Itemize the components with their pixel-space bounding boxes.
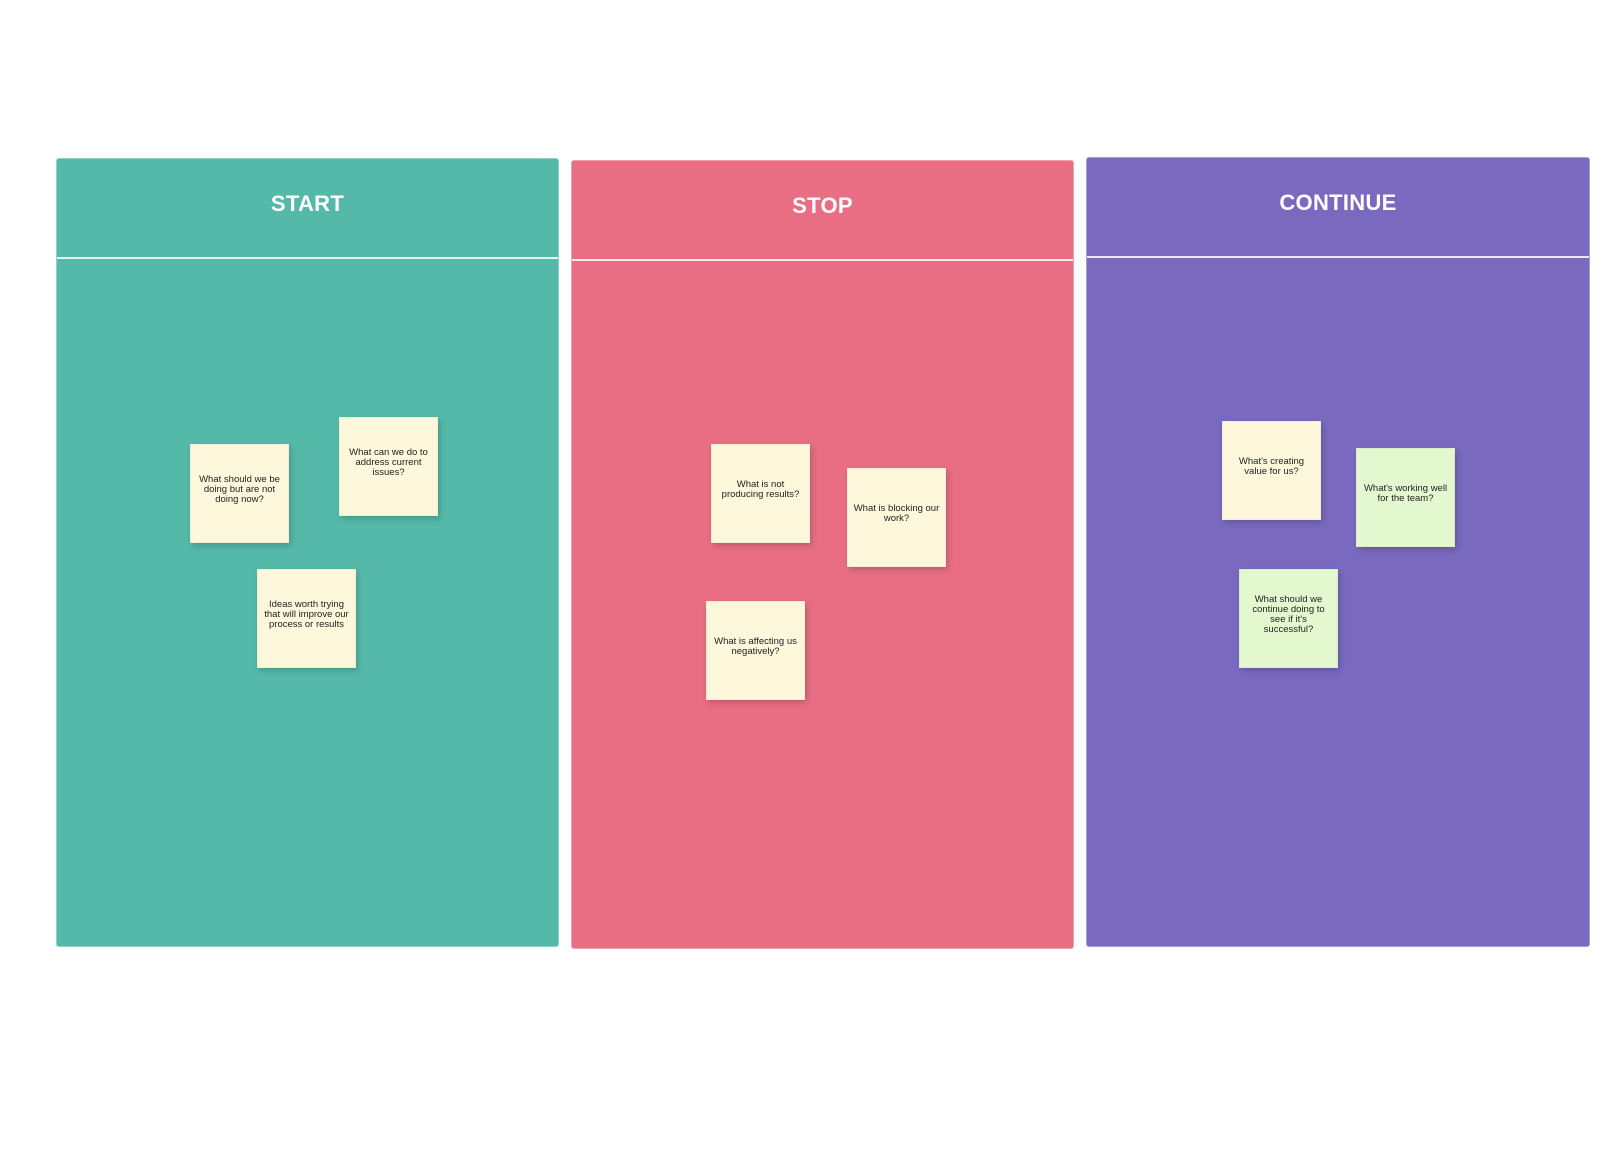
sticky-note[interactable]: What can we do to address current issues… <box>339 417 438 516</box>
column-title: START <box>270 191 345 216</box>
sticky-note[interactable]: What is affecting us negatively? <box>706 601 805 700</box>
sticky-note[interactable]: What's creating value for us? <box>1222 421 1321 520</box>
column-title: STOP <box>792 193 853 218</box>
column-title: CONTINUE <box>1279 190 1397 215</box>
column-stop[interactable]: STOP What is not producing results? What… <box>571 160 1074 949</box>
column-continue[interactable]: CONTINUE What's creating value for us? W… <box>1086 157 1590 947</box>
sticky-note-text: What's creating value for us? <box>1238 455 1305 477</box>
sticky-note[interactable]: What should we be doing but are not doin… <box>190 444 289 543</box>
sticky-note-text: What is blocking our work? <box>853 502 940 524</box>
sticky-note-text: What is affecting us negatively? <box>714 635 797 657</box>
sticky-note-text: Ideas worth trying that will improve our… <box>264 598 349 630</box>
sticky-note[interactable]: What is not producing results? <box>711 444 810 543</box>
sticky-note-text: What should we continue doing to see if … <box>1252 593 1325 635</box>
sticky-note-text: What should we be doing but are not doin… <box>199 473 280 505</box>
retrospective-board: START What should we be doing but are no… <box>0 0 1624 1160</box>
sticky-note[interactable]: What's working well for the team? <box>1356 448 1455 547</box>
sticky-note[interactable]: Ideas worth trying that will improve our… <box>257 569 356 668</box>
sticky-note-text: What can we do to address current issues… <box>349 446 428 478</box>
column-header-stop: STOP <box>572 161 1073 261</box>
column-header-continue: CONTINUE <box>1087 158 1589 258</box>
sticky-note-text: What's working well for the team? <box>1363 482 1448 504</box>
sticky-note-text: What is not producing results? <box>721 478 800 500</box>
column-header-start: START <box>57 159 558 259</box>
column-start[interactable]: START What should we be doing but are no… <box>56 158 559 947</box>
sticky-note[interactable]: What should we continue doing to see if … <box>1239 569 1338 668</box>
sticky-note[interactable]: What is blocking our work? <box>847 468 946 567</box>
